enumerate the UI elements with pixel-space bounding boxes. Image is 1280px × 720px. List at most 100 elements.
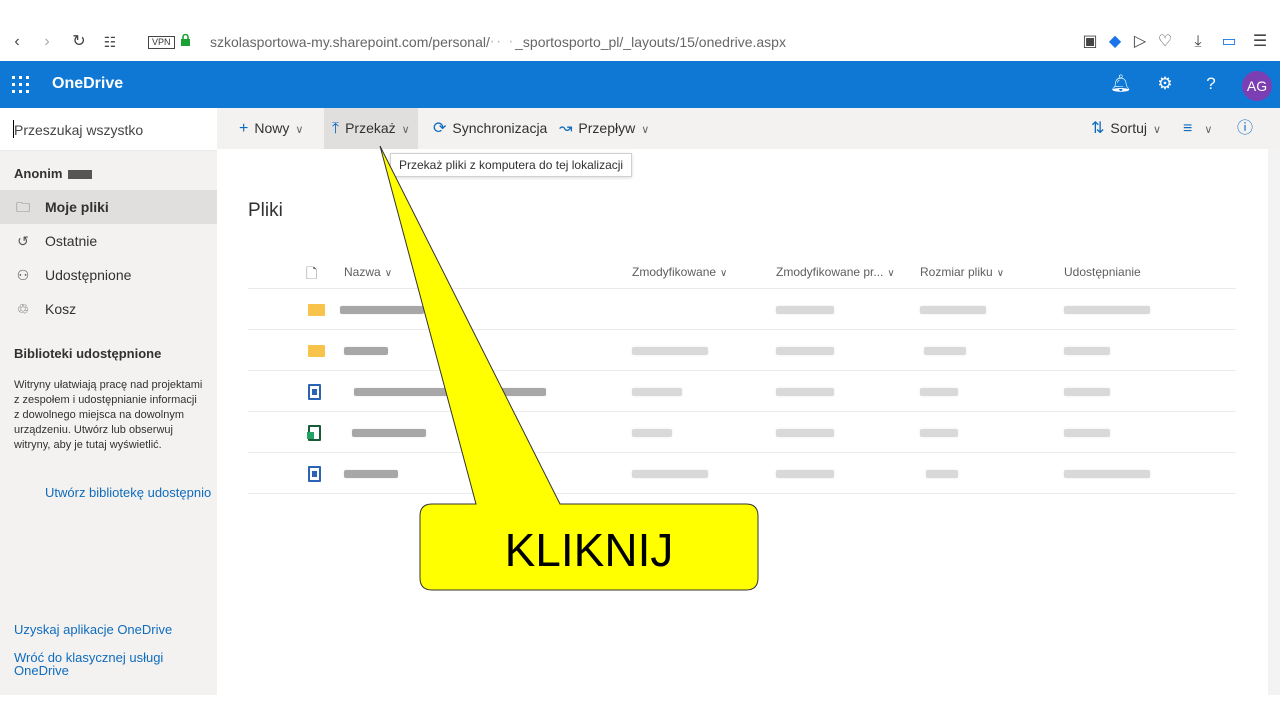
redacted-sharing bbox=[1064, 470, 1150, 478]
redacted-modified bbox=[632, 388, 682, 396]
suite-header: OneDrive 🔔︎ ⚙ ? AG bbox=[0, 61, 1280, 108]
flow-icon: ↝ bbox=[559, 120, 573, 137]
redacted-modified-by bbox=[776, 347, 834, 355]
back-icon[interactable]: ‹ bbox=[8, 33, 26, 51]
info-icon: ⓘ bbox=[1237, 120, 1254, 137]
search-placeholder: Przeszukaj wszystko bbox=[14, 122, 144, 138]
address-bar[interactable]: szkolasportowa-my.sharepoint.com/persona… bbox=[210, 34, 786, 51]
url-host: szkolasportowa-my.sharepoint.com bbox=[210, 34, 429, 50]
battery-icon[interactable]: ▭ bbox=[1220, 33, 1238, 51]
app-launcher-icon[interactable] bbox=[12, 76, 30, 94]
folder-icon: 🗀︎ bbox=[16, 199, 30, 215]
help-icon[interactable]: ? bbox=[1201, 74, 1221, 94]
heart-icon[interactable]: ♡ bbox=[1156, 33, 1174, 51]
plus-icon: + bbox=[239, 120, 249, 137]
view-options-button[interactable]: ≡ ∨ bbox=[1183, 108, 1212, 149]
table-row[interactable] bbox=[248, 371, 1236, 412]
redacted-size bbox=[920, 388, 958, 396]
url-rest: _sportosporto_pl/_layouts/15/onedrive.as… bbox=[515, 34, 786, 50]
folder-icon bbox=[308, 302, 325, 318]
create-library-link[interactable]: Utwórz bibliotekę udostępnio bbox=[45, 485, 217, 500]
classic-experience-link[interactable]: Wróć do klasycznej usługi OneDrive bbox=[14, 651, 194, 677]
nav-item-recent[interactable]: ↺ Ostatnie bbox=[0, 224, 217, 258]
info-button[interactable]: ⓘ bbox=[1237, 108, 1259, 149]
search-input[interactable]: Przeszukaj wszystko bbox=[0, 108, 217, 151]
redacted-name[interactable] bbox=[352, 429, 426, 437]
column-modified[interactable]: Zmodyfikowane ∨ bbox=[632, 265, 727, 279]
chevron-down-icon: ∨ bbox=[641, 124, 650, 136]
avatar[interactable]: AG bbox=[1242, 71, 1272, 101]
bottom-strip bbox=[0, 695, 1280, 720]
table-row[interactable] bbox=[248, 412, 1236, 453]
vpn-badge[interactable]: VPN bbox=[148, 36, 175, 49]
excel-document-icon bbox=[307, 425, 324, 441]
flow-button[interactable]: ↝ Przepływ ∨ bbox=[559, 108, 649, 149]
chevron-down-icon: ∨ bbox=[295, 124, 304, 136]
sort-button[interactable]: ⇅ Sortuj ∨ bbox=[1091, 108, 1161, 149]
redacted-sharing bbox=[1064, 429, 1110, 437]
tabs-grid-icon[interactable]: ☷ bbox=[101, 33, 119, 51]
redacted-sharing bbox=[1064, 347, 1110, 355]
camera-icon[interactable]: ▣ bbox=[1081, 33, 1099, 51]
redacted-name[interactable] bbox=[344, 470, 398, 478]
redacted-modified-by bbox=[776, 429, 834, 437]
table-row[interactable] bbox=[248, 330, 1236, 371]
upload-tooltip: Przekaż pliki z komputera do tej lokaliz… bbox=[390, 153, 633, 177]
app-name[interactable]: OneDrive bbox=[52, 75, 123, 93]
shared-libraries-header: Biblioteki udostępnione bbox=[14, 346, 162, 361]
nav-item-my-files[interactable]: 🗀︎ Moje pliki bbox=[0, 190, 217, 224]
flow-label: Przepływ bbox=[578, 120, 636, 136]
send-icon[interactable]: ▷ bbox=[1131, 33, 1149, 51]
bell-icon[interactable]: 🔔︎ bbox=[1110, 74, 1132, 94]
file-type-icon[interactable]: 🗋︎ bbox=[306, 263, 317, 287]
get-app-link[interactable]: Uzyskaj aplikacje OneDrive bbox=[14, 622, 172, 637]
table-row[interactable] bbox=[248, 289, 1236, 330]
download-icon[interactable]: ⤓ bbox=[1189, 33, 1207, 51]
redacted-name[interactable] bbox=[340, 306, 424, 314]
lock-icon bbox=[181, 34, 190, 46]
shield-icon[interactable]: ◆ bbox=[1106, 33, 1124, 51]
redacted-sharing bbox=[1064, 306, 1150, 314]
chevron-down-icon: ∨ bbox=[401, 124, 410, 136]
table-row[interactable] bbox=[248, 453, 1236, 494]
upload-button[interactable]: ⤒ Przekaż ∨ bbox=[324, 108, 418, 149]
column-sharing[interactable]: Udostępnianie bbox=[1064, 265, 1141, 279]
reload-icon[interactable]: ↻ bbox=[70, 33, 88, 51]
column-modified-by[interactable]: Zmodyfikowane pr... ∨ bbox=[776, 265, 895, 279]
nav-label: Moje pliki bbox=[45, 199, 109, 215]
redacted-name[interactable] bbox=[354, 388, 546, 396]
vertical-scrollbar[interactable] bbox=[1268, 149, 1280, 695]
redacted-modified bbox=[632, 429, 672, 437]
file-list-header: 🗋︎ Nazwa ∨ Zmodyfikowane ∨ Zmodyfikowane p… bbox=[248, 255, 1236, 289]
word-document-icon bbox=[308, 466, 324, 482]
redacted-sharing bbox=[1064, 388, 1110, 396]
chevron-down-icon: ∨ bbox=[1152, 124, 1162, 136]
redacted-modified-by bbox=[776, 306, 834, 314]
sync-button[interactable]: ⟳ Synchronizacja bbox=[433, 108, 547, 149]
redacted-size bbox=[926, 470, 958, 478]
redacted-modified bbox=[632, 347, 708, 355]
menu-icon[interactable]: ☰ bbox=[1251, 33, 1269, 51]
shared-libraries-description: Witryny ułatwiają pracę nad projektami z… bbox=[14, 379, 203, 451]
callout-text: KLIKNIJ bbox=[504, 524, 674, 576]
new-button[interactable]: + Nowy ∨ bbox=[239, 108, 303, 149]
browser-toolbar: ‹ › ↻ ☷ VPN szkolasportowa-my.sharepoint… bbox=[0, 0, 1280, 61]
nav-label: Udostępnione bbox=[45, 267, 132, 283]
url-path: /personal/ bbox=[428, 34, 490, 50]
sync-label: Synchronizacja bbox=[452, 120, 548, 136]
redacted-size bbox=[924, 347, 966, 355]
nav-item-recycle-bin[interactable]: ♲ Kosz bbox=[0, 292, 217, 326]
sync-icon: ⟳ bbox=[433, 120, 447, 137]
redacted-name[interactable] bbox=[344, 347, 388, 355]
command-bar: + Nowy ∨ ⤒ Przekaż ∨ ⟳ Synchronizacja ↝ Przepł… bbox=[217, 108, 1280, 149]
forward-icon[interactable]: › bbox=[38, 33, 56, 51]
list-view-icon: ≡ bbox=[1183, 120, 1193, 137]
column-file-size[interactable]: Rozmiar pliku ∨ bbox=[920, 265, 1004, 279]
nav-item-shared[interactable]: ⚇ Udostępnione bbox=[0, 258, 217, 292]
folder-icon bbox=[308, 343, 325, 359]
redacted-modified-by bbox=[776, 388, 834, 396]
user-name: Anonim bbox=[14, 166, 93, 181]
sort-icon: ⇅ bbox=[1091, 120, 1105, 137]
gear-icon[interactable]: ⚙ bbox=[1155, 74, 1175, 94]
column-name[interactable]: Nazwa ∨ bbox=[344, 265, 392, 279]
